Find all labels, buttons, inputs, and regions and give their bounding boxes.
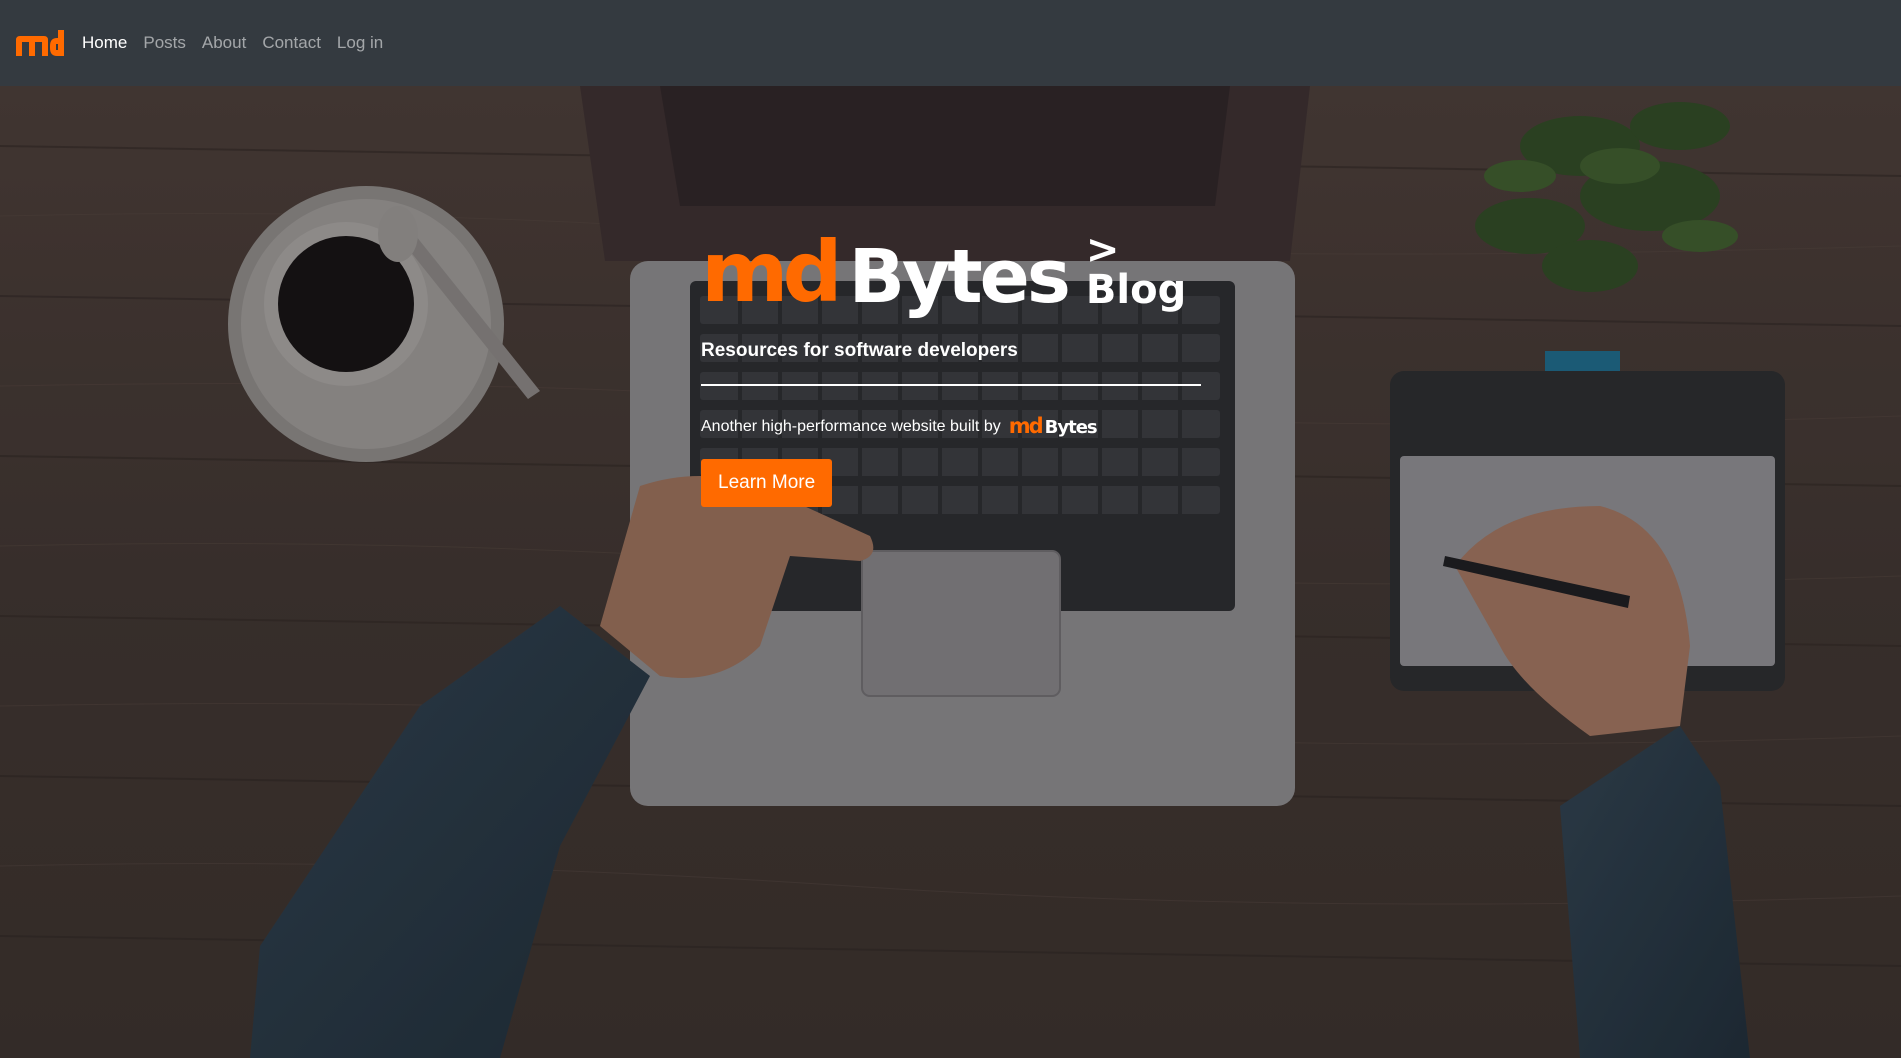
hero-logo: md Bytes > Blog xyxy=(701,224,1201,314)
brand-logo-md xyxy=(16,30,64,56)
learn-more-button[interactable]: Learn More xyxy=(701,459,833,507)
hero-logo-md: md xyxy=(701,223,843,321)
hero-divider xyxy=(701,384,1201,386)
built-by-logo-bytes: Bytes xyxy=(1044,417,1098,438)
hero-logo-blog: > Blog xyxy=(1085,227,1187,313)
hero-content: md Bytes > Blog Resources for software d… xyxy=(701,224,1201,507)
nav-link-about[interactable]: About xyxy=(194,0,254,86)
brand-logo-link[interactable] xyxy=(14,0,64,86)
nav-link-posts[interactable]: Posts xyxy=(135,0,194,86)
nav-links: Home Posts About Contact Log in xyxy=(74,0,391,86)
built-by-logo-md: md xyxy=(1008,414,1044,438)
nav-link-contact[interactable]: Contact xyxy=(254,0,329,86)
nav-link-login[interactable]: Log in xyxy=(329,0,391,86)
hero-section: md Bytes > Blog Resources for software d… xyxy=(0,86,1901,1058)
nav-link-home[interactable]: Home xyxy=(74,0,135,86)
built-by-line: Another high-performance website built b… xyxy=(701,416,1201,437)
hero-logo-bytes: Bytes xyxy=(848,234,1071,320)
built-by-logo[interactable]: md Bytes xyxy=(1008,414,1098,438)
top-navbar: Home Posts About Contact Log in xyxy=(0,0,1901,86)
built-by-text: Another high-performance website built b… xyxy=(701,417,1001,435)
hero-tagline: Resources for software developers xyxy=(701,340,1018,361)
